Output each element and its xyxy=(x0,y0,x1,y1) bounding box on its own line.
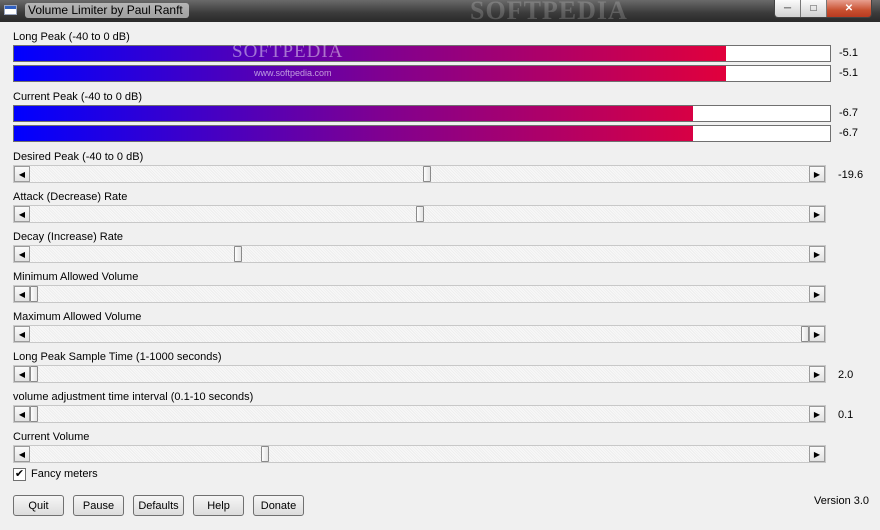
adjustment-interval-slider[interactable]: ◀ ▶ xyxy=(13,405,826,423)
meter-fill xyxy=(14,66,726,81)
scroll-left-icon[interactable]: ◀ xyxy=(14,446,30,462)
long-peak-meter-right xyxy=(13,65,831,82)
donate-button[interactable]: Donate xyxy=(253,495,304,516)
slider-thumb[interactable] xyxy=(261,446,270,462)
window-title: Volume Limiter by Paul Ranft xyxy=(25,3,189,18)
long-peak-value-left: -5.1 xyxy=(839,47,858,59)
current-peak-value-right: -6.7 xyxy=(839,127,858,139)
current-volume-label: Current Volume xyxy=(13,431,90,443)
pause-button[interactable]: Pause xyxy=(73,495,124,516)
close-button[interactable]: ✕ xyxy=(827,0,871,17)
maximum-volume-label: Maximum Allowed Volume xyxy=(13,311,142,323)
slider-thumb[interactable] xyxy=(30,406,38,422)
softpedia-url-watermark: www.softpedia.com xyxy=(254,68,332,78)
scroll-right-icon[interactable]: ▶ xyxy=(809,246,825,262)
slider-thumb[interactable] xyxy=(234,246,243,262)
help-button[interactable]: Help xyxy=(193,495,244,516)
quit-button[interactable]: Quit xyxy=(13,495,64,516)
long-peak-sample-slider[interactable]: ◀ ▶ xyxy=(13,365,826,383)
adjustment-interval-value: 0.1 xyxy=(838,409,854,421)
fancy-meters-label: Fancy meters xyxy=(31,468,98,480)
scroll-left-icon[interactable]: ◀ xyxy=(14,406,30,422)
current-peak-value-left: -6.7 xyxy=(839,107,858,119)
defaults-button[interactable]: Defaults xyxy=(133,495,184,516)
minimum-volume-label: Minimum Allowed Volume xyxy=(13,271,139,283)
long-peak-value-right: -5.1 xyxy=(839,67,858,79)
title-bar: Volume Limiter by Paul Ranft SOFTPEDIA ─… xyxy=(0,0,880,25)
fancy-meters-checkbox[interactable]: ✔ xyxy=(13,468,26,481)
long-peak-label: Long Peak (-40 to 0 dB) xyxy=(13,31,130,43)
adjustment-interval-label: volume adjustment time interval (0.1-10 … xyxy=(13,391,254,403)
slider-thumb[interactable] xyxy=(423,166,432,182)
desired-peak-value: -19.6 xyxy=(838,169,864,181)
scroll-left-icon[interactable]: ◀ xyxy=(14,206,30,222)
scroll-right-icon[interactable]: ▶ xyxy=(809,286,825,302)
attack-rate-label: Attack (Decrease) Rate xyxy=(13,191,128,203)
meter-fill xyxy=(14,46,726,61)
scroll-left-icon[interactable]: ◀ xyxy=(14,166,30,182)
desired-peak-slider[interactable]: ◀ ▶ xyxy=(13,165,826,183)
current-peak-meter-right xyxy=(13,125,831,142)
decay-rate-slider[interactable]: ◀ ▶ xyxy=(13,245,826,263)
version-label: Version 3.0 xyxy=(814,495,870,507)
slider-thumb[interactable] xyxy=(801,326,809,342)
desired-peak-label: Desired Peak (-40 to 0 dB) xyxy=(13,151,144,163)
scroll-left-icon[interactable]: ◀ xyxy=(14,286,30,302)
maximum-volume-slider[interactable]: ◀ ▶ xyxy=(13,325,826,343)
scroll-right-icon[interactable]: ▶ xyxy=(809,366,825,382)
scroll-left-icon[interactable]: ◀ xyxy=(14,246,30,262)
scroll-left-icon[interactable]: ◀ xyxy=(14,366,30,382)
long-peak-meter-left xyxy=(13,45,831,62)
current-volume-slider[interactable]: ◀ ▶ xyxy=(13,445,826,463)
decay-rate-label: Decay (Increase) Rate xyxy=(13,231,124,243)
scroll-right-icon[interactable]: ▶ xyxy=(809,326,825,342)
maximize-button[interactable]: □ xyxy=(801,0,827,17)
current-peak-label: Current Peak (-40 to 0 dB) xyxy=(13,91,143,103)
scroll-left-icon[interactable]: ◀ xyxy=(14,326,30,342)
meter-fill xyxy=(14,126,694,141)
meter-fill xyxy=(14,106,694,121)
scroll-right-icon[interactable]: ▶ xyxy=(809,166,825,182)
slider-thumb[interactable] xyxy=(30,286,38,302)
minimize-button[interactable]: ─ xyxy=(775,0,801,17)
minimum-volume-slider[interactable]: ◀ ▶ xyxy=(13,285,826,303)
app-icon xyxy=(4,5,17,15)
scroll-right-icon[interactable]: ▶ xyxy=(809,206,825,222)
scroll-right-icon[interactable]: ▶ xyxy=(809,406,825,422)
long-peak-sample-label: Long Peak Sample Time (1-1000 seconds) xyxy=(13,351,222,363)
softpedia-watermark: SOFTPEDIA xyxy=(232,41,344,62)
current-peak-meter-left xyxy=(13,105,831,122)
window-controls: ─ □ ✕ xyxy=(774,0,872,18)
slider-thumb[interactable] xyxy=(30,366,38,382)
long-peak-sample-value: 2.0 xyxy=(838,369,854,381)
slider-thumb[interactable] xyxy=(415,206,424,222)
main-panel: Long Peak (-40 to 0 dB) -5.1 -5.1 SOFTPE… xyxy=(0,22,880,530)
scroll-right-icon[interactable]: ▶ xyxy=(809,446,825,462)
attack-rate-slider[interactable]: ◀ ▶ xyxy=(13,205,826,223)
